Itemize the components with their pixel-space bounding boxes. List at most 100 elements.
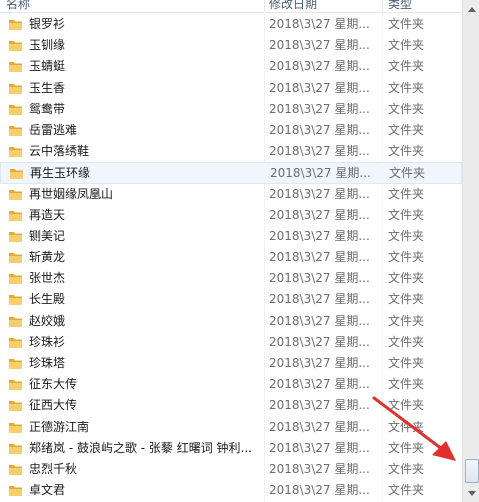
folder-icon: [9, 62, 22, 73]
folder-icon: [9, 20, 22, 30]
folder-icon: [9, 316, 22, 327]
item-name: 玉钏缘: [29, 38, 66, 53]
list-item[interactable]: 玉蜻蜓 2018\3\27 星期... 文件夹: [0, 56, 462, 77]
item-date: 2018\3\27 星期...: [269, 483, 370, 498]
list-item[interactable]: 玉钏缘 2018\3\27 星期... 文件夹: [0, 35, 462, 56]
folder-icon: [9, 422, 22, 433]
item-date: 2018\3\27 星期...: [269, 80, 370, 95]
item-date: 2018\3\27 星期...: [269, 144, 370, 159]
item-type: 文件夹: [388, 228, 425, 243]
list-item[interactable]: 珍珠塔 2018\3\27 星期... 文件夹: [0, 353, 462, 374]
item-type: 文件夹: [388, 334, 425, 349]
folder-icon: [9, 464, 22, 475]
item-type: 文件夹: [388, 38, 425, 53]
item-date: 2018\3\27 星期...: [269, 207, 370, 222]
item-date: 2018\3\27 星期...: [269, 228, 370, 243]
folder-icon: [9, 359, 22, 369]
column-header-type[interactable]: 类型: [388, 0, 412, 12]
item-name: 再生玉环缘: [30, 166, 91, 181]
item-name: 再世姻缘凤凰山: [29, 186, 114, 201]
item-date: 2018\3\27 星期...: [269, 440, 370, 455]
item-date: 2018\3\27 星期...: [269, 419, 370, 434]
folder-icon: [9, 253, 22, 264]
item-name: 银罗衫: [29, 17, 66, 31]
list-item[interactable]: 再生玉环缘 2018\3\27 星期... 文件夹: [0, 162, 462, 184]
list-item[interactable]: 云中落绣鞋 2018\3\27 星期... 文件夹: [0, 141, 462, 162]
list-item[interactable]: 卓文君 2018\3\27 星期... 文件夹: [0, 480, 462, 501]
list-item[interactable]: 珍珠衫 2018\3\27 星期... 文件夹: [0, 332, 462, 353]
item-name: 长生殿: [29, 292, 66, 307]
item-date: 2018\3\27 星期...: [269, 17, 370, 31]
folder-icon: [9, 210, 22, 221]
chevron-up-icon: [467, 6, 476, 12]
item-name: 玉生香: [29, 80, 66, 95]
folder-icon: [9, 295, 22, 306]
item-type: 文件夹: [388, 207, 425, 222]
list-item[interactable]: 再造天 2018\3\27 星期... 文件夹: [0, 205, 462, 226]
item-type: 文件夹: [388, 292, 425, 307]
item-type: 文件夹: [388, 461, 425, 476]
item-date: 2018\3\27 星期...: [269, 461, 370, 476]
vertical-scrollbar[interactable]: [462, 0, 479, 502]
item-name: 征西大传: [29, 398, 78, 413]
list-item[interactable]: 鸳鸯带 2018\3\27 星期... 文件夹: [0, 99, 462, 120]
item-type: 文件夹: [389, 166, 426, 181]
item-type: 文件夹: [388, 313, 425, 328]
item-type: 文件夹: [388, 419, 425, 434]
item-name: 珍珠衫: [29, 334, 66, 349]
column-divider[interactable]: [264, 0, 265, 12]
list-item[interactable]: 征西大传 2018\3\27 星期... 文件夹: [0, 395, 462, 416]
folder-icon: [9, 189, 22, 200]
list-item[interactable]: 岳雷逃难 2018\3\27 星期... 文件夹: [0, 120, 462, 141]
item-date: 2018\3\27 星期...: [269, 334, 370, 349]
item-date: 2018\3\27 星期...: [269, 122, 370, 137]
list-item[interactable]: 张世杰 2018\3\27 星期... 文件夹: [0, 268, 462, 289]
list-item[interactable]: 银罗衫 2018\3\27 星期... 文件夹: [0, 14, 462, 35]
list-item[interactable]: 赵姣娥 2018\3\27 星期... 文件夹: [0, 311, 462, 332]
column-divider[interactable]: [382, 0, 383, 12]
item-name: 郑绪岚 - 鼓浪屿之歌 - 张藜 红曙词 钟利...: [29, 440, 252, 455]
item-date: 2018\3\27 星期...: [269, 59, 370, 74]
list-item[interactable]: 玉生香 2018\3\27 星期... 文件夹: [0, 78, 462, 99]
list-item[interactable]: 斩黄龙 2018\3\27 星期... 文件夹: [0, 247, 462, 268]
list-item[interactable]: 征东大传 2018\3\27 星期... 文件夹: [0, 374, 462, 395]
item-type: 文件夹: [388, 122, 425, 137]
column-header-name[interactable]: 名称: [6, 0, 30, 12]
list-item[interactable]: 正德游江南 2018\3\27 星期... 文件夹: [0, 417, 462, 438]
item-date: 2018\3\27 星期...: [269, 250, 370, 265]
item-name: 斩黄龙: [29, 250, 66, 265]
scroll-down-button[interactable]: [464, 485, 479, 502]
item-name: 鸳鸯带: [29, 101, 66, 116]
item-type: 文件夹: [388, 250, 425, 265]
folder-icon: [9, 104, 22, 115]
scroll-up-button[interactable]: [464, 0, 479, 17]
scroll-thumb[interactable]: [465, 459, 479, 483]
item-date: 2018\3\27 星期...: [269, 186, 370, 201]
folder-icon: [9, 443, 22, 454]
item-date: 2018\3\27 星期...: [269, 38, 370, 53]
item-date: 2018\3\27 星期...: [269, 101, 370, 116]
item-type: 文件夹: [388, 80, 425, 95]
folder-icon: [9, 274, 22, 285]
item-name: 正德游江南: [29, 419, 90, 434]
item-type: 文件夹: [388, 483, 425, 498]
item-name: 卓文君: [29, 483, 66, 498]
folder-icon: [9, 380, 22, 391]
list-item[interactable]: 忠烈千秋 2018\3\27 星期... 文件夹: [0, 459, 462, 480]
item-name: 玉蜻蜓: [29, 59, 66, 74]
list-item[interactable]: 再世姻缘凤凰山 2018\3\27 星期... 文件夹: [0, 184, 462, 205]
item-name: 征东大传: [29, 377, 78, 392]
list-item[interactable]: 长生殿 2018\3\27 星期... 文件夹: [0, 289, 462, 310]
folder-icon: [9, 231, 22, 242]
item-type: 文件夹: [388, 17, 425, 31]
item-name: 忠烈千秋: [29, 461, 78, 476]
column-header: 名称 修改日期 类型: [0, 0, 462, 13]
list-item[interactable]: 铡美记 2018\3\27 星期... 文件夹: [0, 226, 462, 247]
item-date: 2018\3\27 星期...: [269, 313, 370, 328]
item-date: 2018\3\27 星期...: [269, 398, 370, 413]
folder-icon: [9, 83, 22, 94]
item-name: 赵姣娥: [29, 313, 66, 328]
list-item[interactable]: 郑绪岚 - 鼓浪屿之歌 - 张藜 红曙词 钟利... 2018\3\27 星期.…: [0, 438, 462, 459]
column-header-date[interactable]: 修改日期: [269, 0, 317, 12]
item-type: 文件夹: [388, 101, 425, 116]
